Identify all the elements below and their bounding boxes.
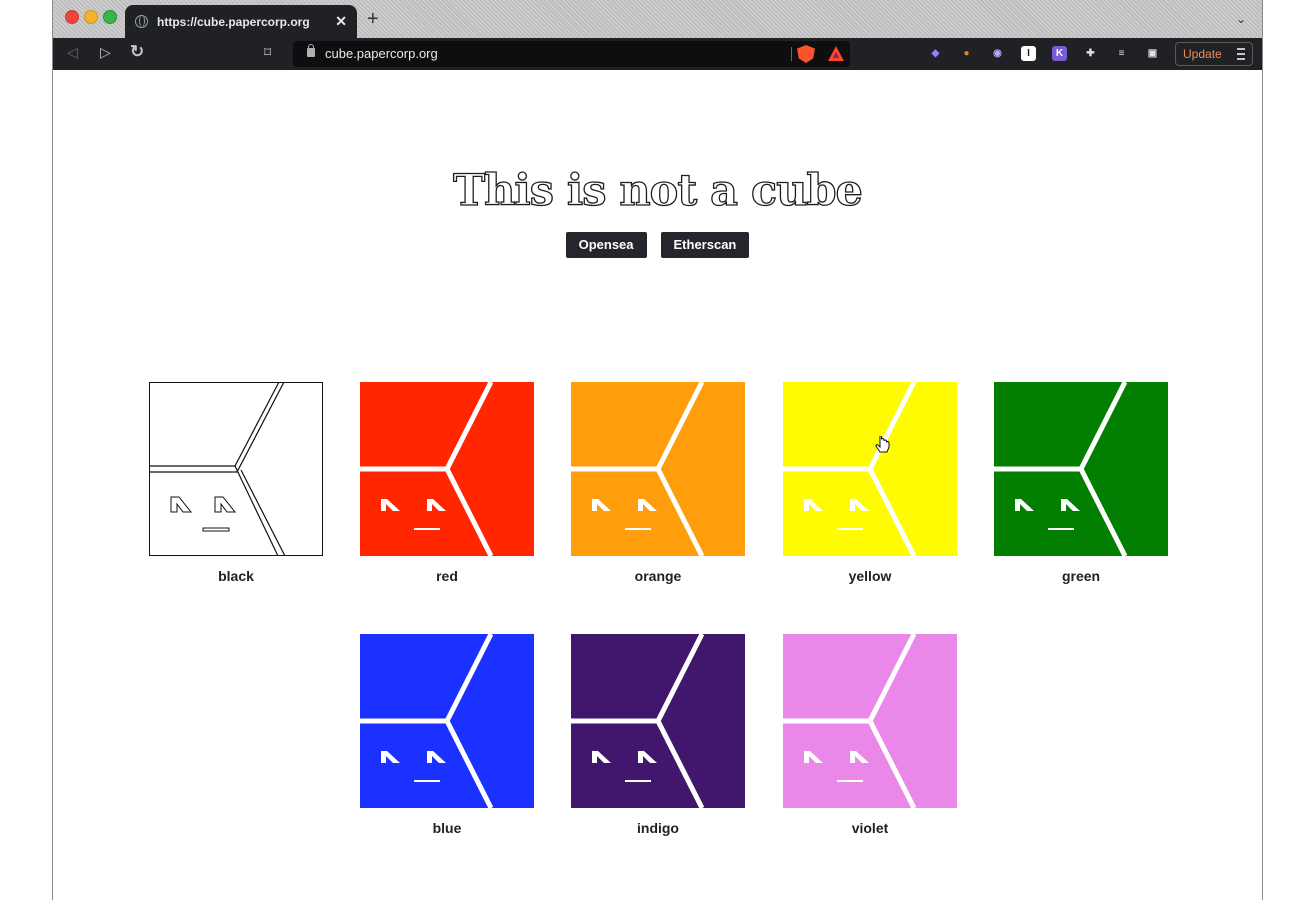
- cube-label: orange: [634, 568, 682, 584]
- playlist-icon[interactable]: ≡: [1114, 46, 1129, 61]
- cube-image[interactable]: [149, 382, 323, 556]
- cube-image[interactable]: [571, 634, 745, 808]
- cube-image[interactable]: [360, 634, 534, 808]
- cube-card-green[interactable]: green: [994, 382, 1168, 584]
- address-bar[interactable]: cube.papercorp.org: [293, 41, 850, 67]
- reload-icon[interactable]: ↻: [130, 42, 144, 62]
- cube-image[interactable]: [571, 382, 745, 556]
- fox-icon[interactable]: ●: [959, 46, 974, 61]
- close-window-button[interactable]: [65, 10, 79, 24]
- new-tab-button[interactable]: +: [367, 9, 379, 29]
- page-content: This is not a cube Opensea Etherscan bla…: [53, 70, 1262, 900]
- brave-rewards-icon[interactable]: [828, 46, 844, 61]
- back-icon[interactable]: ◁: [67, 44, 78, 61]
- update-button[interactable]: Update: [1175, 42, 1253, 66]
- tab-search-icon[interactable]: ⌄: [1236, 12, 1246, 26]
- cube-card-violet[interactable]: violet: [783, 634, 957, 836]
- pointer-cursor-icon: [875, 436, 890, 453]
- cube-image[interactable]: [994, 382, 1168, 556]
- tab-title: https://cube.papercorp.org: [157, 14, 310, 29]
- browser-tab[interactable]: https://cube.papercorp.org ✕: [125, 5, 357, 38]
- url-text: cube.papercorp.org: [325, 46, 438, 61]
- globe-icon: [135, 15, 148, 28]
- bookmark-icon[interactable]: ⌑: [264, 44, 271, 61]
- cube-card-blue[interactable]: blue: [360, 634, 534, 836]
- cube-image[interactable]: [783, 634, 957, 808]
- cube-label: red: [436, 568, 458, 584]
- browser-window: https://cube.papercorp.org ✕ + ⌄ ◁ ▷ ↻ ⌑…: [52, 0, 1263, 900]
- update-label: Update: [1183, 47, 1222, 61]
- browser-toolbar: ◁ ▷ ↻ ⌑ cube.papercorp.org ◆ ● ◉ I K ✚ ≡ ▣ Upda…: [53, 38, 1262, 70]
- etherscan-button[interactable]: Etherscan: [660, 232, 750, 258]
- minimize-window-button[interactable]: [84, 10, 98, 24]
- tab-bar: https://cube.papercorp.org ✕ + ⌄: [53, 0, 1262, 38]
- cube-label: violet: [851, 820, 889, 836]
- brave-shields-icon[interactable]: [797, 45, 815, 63]
- cube-card-indigo[interactable]: indigo: [571, 634, 745, 836]
- cube-card-yellow[interactable]: yellow: [783, 382, 957, 584]
- cube-card-black[interactable]: black: [149, 382, 323, 584]
- cube-label: yellow: [848, 568, 892, 584]
- page-title: This is not a cube: [452, 165, 863, 216]
- maximize-window-button[interactable]: [103, 10, 117, 24]
- menu-icon[interactable]: [1237, 48, 1245, 60]
- cube-card-orange[interactable]: orange: [571, 382, 745, 584]
- divider: [791, 47, 792, 61]
- forward-icon[interactable]: ▷: [100, 44, 111, 61]
- k-extension-icon[interactable]: K: [1052, 46, 1067, 61]
- ghost-icon[interactable]: ◉: [990, 46, 1005, 61]
- lock-icon: [307, 44, 315, 57]
- cube-label: black: [218, 568, 254, 584]
- link-buttons: Opensea Etherscan: [53, 232, 1262, 258]
- close-tab-icon[interactable]: ✕: [335, 13, 347, 30]
- i-extension-icon[interactable]: I: [1021, 46, 1036, 61]
- puzzle-icon[interactable]: ✚: [1083, 46, 1098, 61]
- cube-card-red[interactable]: red: [360, 382, 534, 584]
- cube-label: blue: [432, 820, 462, 836]
- wallet-icon[interactable]: ▣: [1145, 46, 1160, 61]
- cube-image[interactable]: [360, 382, 534, 556]
- cube-label: indigo: [637, 820, 679, 836]
- cube-label: green: [1061, 568, 1101, 584]
- opensea-button[interactable]: Opensea: [565, 232, 647, 258]
- cube-image[interactable]: [783, 382, 957, 556]
- gem-icon[interactable]: ◆: [928, 46, 943, 61]
